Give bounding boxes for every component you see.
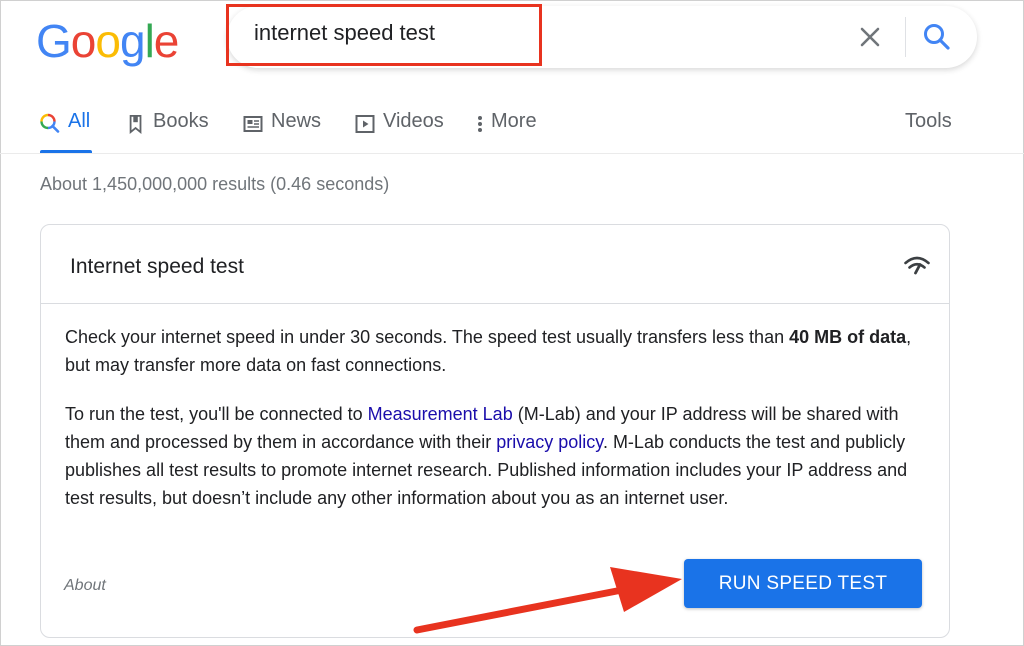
mlab-disclosure: To run the test, you'll be connected to … — [65, 400, 931, 512]
results-count: About 1,450,000,000 results (0.46 second… — [40, 174, 390, 194]
search-button[interactable] — [920, 20, 954, 54]
tools-label: Tools — [905, 110, 952, 132]
tab-more-label: More — [491, 110, 537, 132]
logo-letter: o — [95, 15, 121, 67]
logo-letter: o — [70, 15, 97, 67]
logo-letter: G — [36, 15, 72, 67]
tabs-divider — [0, 153, 1024, 154]
search-tabs: All Books News Videos More Tools — [0, 100, 1024, 154]
google-logo[interactable]: Google — [36, 15, 180, 67]
measurement-lab-link[interactable]: Measurement Lab — [368, 404, 513, 424]
logo-letter: l — [144, 15, 155, 67]
data-amount-bold: 40 MB of data — [789, 327, 907, 347]
logo-letter: e — [153, 15, 180, 67]
disclosure-text: To run the test, you'll be connected to — [65, 404, 368, 424]
tab-videos[interactable]: Videos — [355, 110, 444, 150]
search-multicolor-icon — [40, 113, 60, 133]
logo-letter: g — [119, 15, 146, 67]
play-icon — [355, 115, 375, 133]
magnifier-icon — [924, 24, 950, 50]
tab-news-label: News — [271, 110, 322, 132]
run-speed-test-button[interactable]: RUN SPEED TEST — [684, 559, 922, 608]
privacy-policy-link[interactable]: privacy policy — [496, 432, 603, 452]
tab-videos-label: Videos — [383, 110, 444, 132]
speed-test-card: Internet speed test Check your internet … — [40, 224, 950, 638]
vertical-dots-icon — [478, 116, 482, 132]
search-input[interactable] — [254, 20, 554, 46]
tab-news[interactable]: News — [243, 110, 321, 150]
speed-test-description: Check your internet speed in under 30 se… — [65, 323, 931, 379]
clear-search-button[interactable] — [855, 22, 885, 52]
description-text: Check your internet speed in under 30 se… — [65, 327, 790, 347]
speed-wifi-icon — [904, 256, 930, 275]
bookmark-icon — [129, 115, 142, 134]
tab-books[interactable]: Books — [127, 110, 209, 150]
about-link[interactable]: About — [64, 577, 106, 595]
card-divider — [41, 303, 949, 304]
tab-books-label: Books — [153, 110, 209, 132]
card-title: Internet speed test — [70, 255, 244, 278]
close-icon — [860, 27, 880, 47]
tab-all-label: All — [68, 110, 91, 132]
tab-all[interactable]: All — [40, 110, 90, 150]
search-divider — [905, 17, 906, 57]
tools-button[interactable]: Tools — [905, 110, 952, 150]
tab-more[interactable]: More — [475, 110, 537, 150]
newspaper-icon — [243, 116, 263, 132]
